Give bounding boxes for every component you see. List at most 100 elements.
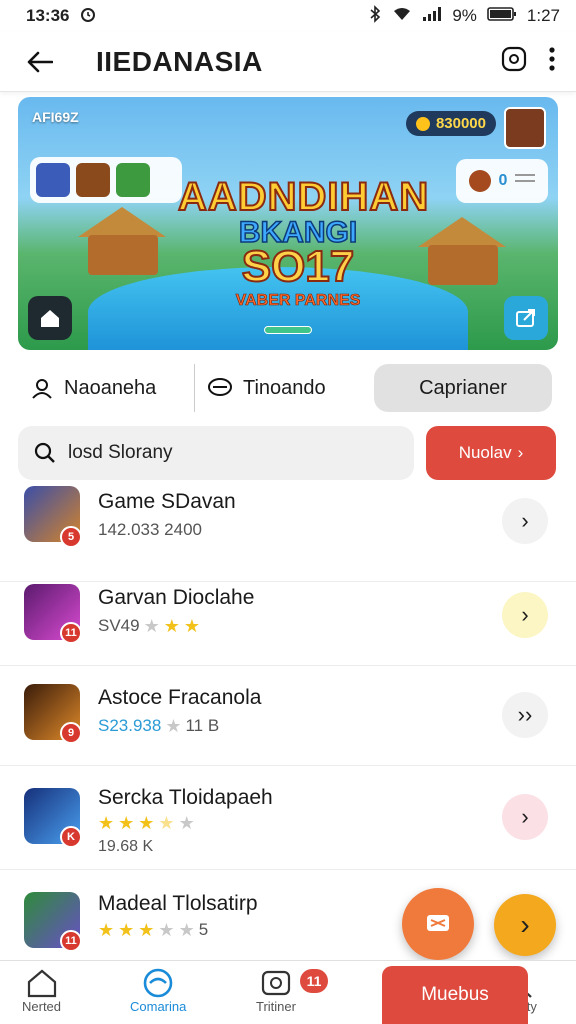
notification-badge: 11 bbox=[300, 969, 328, 993]
nav-label: Comarina bbox=[130, 999, 187, 1014]
tab-bar: Naoaneha Tinoando Caprianer bbox=[18, 362, 558, 414]
rating-stars: ★ ★ ★ ★ ★ bbox=[98, 814, 195, 832]
coin-counter: 830000 bbox=[405, 111, 496, 136]
search-bar[interactable] bbox=[18, 426, 414, 480]
game-badge: 5 bbox=[60, 526, 82, 548]
coin-count: 830000 bbox=[435, 115, 486, 132]
search-input[interactable] bbox=[68, 442, 368, 464]
game-meta: S23.938 bbox=[98, 716, 162, 735]
nav-label: Nerted bbox=[22, 999, 62, 1014]
featured-banner[interactable]: AFI69Z 830000 0 AADNDIHAN BKANGI SO17 VA… bbox=[18, 97, 558, 350]
game-name: Game SDavan bbox=[98, 490, 236, 513]
star-icon: ★ bbox=[178, 920, 195, 940]
banner-home-button[interactable] bbox=[28, 296, 72, 340]
game-meta: 5 bbox=[198, 920, 209, 939]
game-name: Garvan Dioclahe bbox=[98, 586, 255, 609]
nav-trainer[interactable]: Tritiner bbox=[256, 967, 296, 1014]
banner-hut bbox=[88, 235, 158, 275]
gamepad-icon bbox=[261, 970, 291, 996]
open-game-button[interactable]: ›› bbox=[502, 692, 548, 738]
open-game-button[interactable]: › bbox=[502, 498, 548, 544]
carousel-indicator bbox=[264, 326, 312, 334]
list-item[interactable]: K Sercka Tloidapaeh ★ ★ ★ ★ ★ 19.68 K › bbox=[0, 766, 576, 870]
resource-pill[interactable]: 0 bbox=[456, 159, 548, 203]
star-icon: ★ bbox=[178, 813, 195, 833]
friend-avatar bbox=[116, 163, 150, 197]
message-fab[interactable] bbox=[402, 888, 474, 960]
star-icon: ★ bbox=[118, 813, 135, 833]
more-options-button[interactable] bbox=[548, 46, 556, 77]
chevron-right-icon: › bbox=[521, 804, 529, 829]
open-game-button[interactable]: › bbox=[502, 592, 548, 638]
search-icon bbox=[34, 442, 55, 463]
open-game-button[interactable]: › bbox=[502, 794, 548, 840]
nav-home[interactable]: Nerted bbox=[22, 967, 61, 1014]
list-item[interactable]: 11 Garvan Dioclahe SV49 ★ ★ ★ › bbox=[0, 566, 576, 666]
game-list: 5 Game SDavan 142.033 2400 › 11 Garvan D… bbox=[0, 482, 576, 958]
game-meta-secondary: 11 B bbox=[185, 716, 220, 735]
game-name: Sercka Tloidapaeh bbox=[98, 786, 273, 809]
banner-tag: AFI69Z bbox=[32, 109, 79, 125]
friend-avatar bbox=[36, 163, 70, 197]
game-controller-button[interactable] bbox=[500, 45, 528, 78]
tab-naoaneha[interactable]: Naoaneha bbox=[18, 364, 194, 412]
star-icon: ★ bbox=[138, 920, 155, 940]
nav-cta-button[interactable]: Muebus bbox=[382, 966, 528, 1024]
home-icon bbox=[27, 969, 56, 998]
tab-caprianer[interactable]: Caprianer bbox=[374, 364, 552, 412]
game-meta-row: S23.938 ★ 11 B bbox=[98, 716, 219, 736]
alarm-icon bbox=[79, 5, 97, 28]
back-button[interactable] bbox=[20, 42, 60, 82]
star-icon: ★ bbox=[138, 813, 155, 833]
filter-label: Nuolav bbox=[458, 443, 512, 462]
menu-lines-icon bbox=[515, 172, 536, 191]
message-icon bbox=[427, 915, 449, 931]
nav-label: Tritiner bbox=[256, 999, 296, 1014]
page-title: IIEDANASIA bbox=[96, 45, 263, 77]
game-badge: K bbox=[60, 826, 82, 848]
status-bar: 13:36 9% 1:27 bbox=[0, 0, 576, 32]
banner-share-button[interactable] bbox=[504, 296, 548, 340]
next-fab[interactable]: › bbox=[494, 894, 556, 956]
share-icon bbox=[516, 309, 535, 327]
star-icon: ★ bbox=[158, 920, 175, 940]
chevron-right-icon: ›› bbox=[517, 702, 533, 727]
star-icon: ★ bbox=[118, 920, 135, 940]
star-icon: ★ bbox=[183, 616, 201, 636]
game-name: Madeal Tlolsatirp bbox=[98, 892, 258, 915]
home-icon bbox=[41, 310, 59, 327]
game-meta: 142.033 2400 bbox=[98, 520, 202, 539]
game-badge: 11 bbox=[60, 622, 82, 644]
user-outline-icon bbox=[32, 379, 52, 399]
game-meta: 19.68 K bbox=[98, 838, 154, 855]
chat-bubble-icon bbox=[208, 378, 232, 396]
signal-icon bbox=[422, 6, 442, 27]
wifi-icon bbox=[392, 6, 412, 27]
star-icon: ★ bbox=[165, 716, 182, 736]
star-icon: ★ bbox=[163, 616, 180, 636]
game-logo: AADNDIHAN BKANGI SO17 VABER PARNES bbox=[177, 174, 430, 310]
chevron-right-icon: › bbox=[521, 602, 529, 627]
tab-label: Caprianer bbox=[419, 376, 507, 399]
battery-percent: 9% bbox=[452, 6, 477, 25]
filter-button[interactable]: Nuolav › bbox=[426, 426, 556, 480]
game-meta-row: SV49 ★ ★ ★ bbox=[98, 616, 200, 636]
logo-line-1: AADNDIHAN bbox=[177, 174, 430, 220]
chevron-right-icon: › bbox=[517, 443, 524, 462]
status-time: 13:36 bbox=[26, 6, 70, 25]
player-avatar[interactable] bbox=[504, 107, 546, 149]
tab-tinoando[interactable]: Tinoando bbox=[194, 364, 370, 412]
star-icon: ★ bbox=[98, 813, 115, 833]
controller-icon bbox=[143, 968, 173, 998]
tab-label: Tinoando bbox=[243, 376, 326, 399]
list-item[interactable]: 9 Astoce Fracanola S23.938 ★ 11 B ›› bbox=[0, 666, 576, 766]
chevron-right-icon: › bbox=[520, 909, 530, 940]
logo-line-3: SO17 bbox=[241, 241, 356, 292]
list-item[interactable]: 11 Madeal Tlolsatirp ★ ★ ★ ★ ★ 5 bbox=[0, 870, 576, 958]
status-right-time: 1:27 bbox=[526, 6, 560, 25]
game-badge: 9 bbox=[60, 722, 82, 744]
game-name: Astoce Fracanola bbox=[98, 686, 262, 709]
friends-pill[interactable] bbox=[30, 157, 182, 203]
nav-community[interactable]: Comarina bbox=[130, 967, 186, 1014]
game-badge: 11 bbox=[60, 930, 82, 952]
